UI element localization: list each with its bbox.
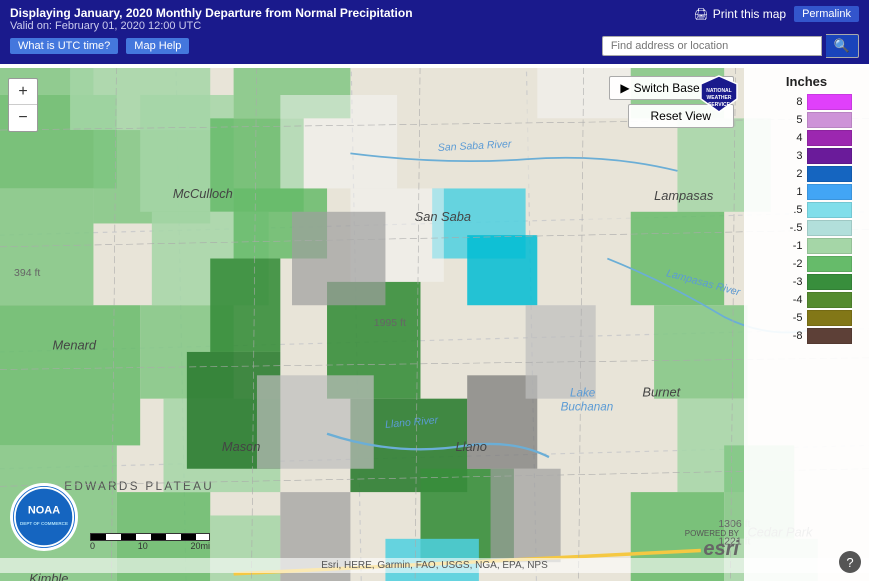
legend-color-box — [807, 274, 852, 290]
legend-color-box — [807, 220, 852, 236]
utc-time-button[interactable]: What is UTC time? — [10, 38, 118, 54]
legend-color-box — [807, 166, 852, 182]
svg-text:Burnet: Burnet — [642, 384, 681, 399]
svg-text:1995 ft: 1995 ft — [374, 317, 406, 329]
legend-color-box — [807, 256, 852, 272]
scale-bar-line: 0 10 20mi — [90, 533, 210, 551]
legend-color-box — [807, 328, 852, 344]
zoom-in-button[interactable]: + — [9, 79, 37, 105]
legend-label: 2 — [773, 168, 803, 180]
legend-row: 3 — [762, 148, 852, 164]
legend-color-box — [807, 184, 852, 200]
legend-label: -.5 — [773, 222, 803, 234]
svg-text:Lampasas: Lampasas — [654, 188, 714, 203]
legend-color-box — [807, 310, 852, 326]
svg-text:SERVICE: SERVICE — [708, 102, 731, 108]
printer-icon: 🖨 — [694, 7, 709, 21]
legend-color-box — [807, 148, 852, 164]
legend-label: .5 — [773, 204, 803, 216]
legend-color-box — [807, 238, 852, 254]
svg-text:WEATHER: WEATHER — [707, 95, 732, 101]
zoom-controls: + − — [8, 78, 38, 132]
svg-text:394 ft: 394 ft — [14, 267, 40, 279]
nws-shield: NATIONAL WEATHER SERVICE — [699, 74, 739, 114]
svg-text:Menard: Menard — [53, 338, 97, 353]
svg-text:San Saba: San Saba — [415, 209, 471, 224]
header-bottom-row: What is UTC time? Map Help 🔍 — [10, 34, 859, 58]
svg-text:McCulloch: McCulloch — [173, 186, 233, 201]
legend-label: 8 — [773, 96, 803, 108]
legend-title: Inches — [786, 74, 827, 89]
map-terrain: 290 McCulloch San Saba Lampasas Menard M… — [0, 68, 869, 581]
header-right: 🖨 Print this map Permalink — [694, 6, 860, 22]
legend-label: -5 — [773, 312, 803, 324]
legend-color-box — [807, 202, 852, 218]
map-help-button[interactable]: Map Help — [126, 38, 189, 54]
svg-text:Llano: Llano — [456, 439, 487, 454]
legend-label: 5 — [773, 114, 803, 126]
scale-label-0: 0 — [90, 541, 95, 551]
svg-text:Lake: Lake — [570, 386, 596, 399]
header-bar: Displaying January, 2020 Monthly Departu… — [0, 0, 869, 64]
header-text: Displaying January, 2020 Monthly Departu… — [10, 6, 413, 32]
header-valid: Valid on: February 01, 2020 12:00 UTC — [10, 20, 413, 32]
legend-label: 1 — [773, 186, 803, 198]
legend-row: 8 — [762, 94, 852, 110]
legend-label: -4 — [773, 294, 803, 306]
print-button[interactable]: 🖨 Print this map — [694, 7, 787, 21]
legend-row: .5 — [762, 202, 852, 218]
legend-label: -3 — [773, 276, 803, 288]
header-title: Displaying January, 2020 Monthly Departu… — [10, 6, 413, 20]
svg-text:NOAA: NOAA — [28, 504, 60, 516]
permalink-button[interactable]: Permalink — [794, 6, 859, 22]
esri-powered-text: POWERED BY — [685, 529, 739, 538]
map-area[interactable]: 290 McCulloch San Saba Lampasas Menard M… — [0, 68, 869, 581]
legend: Inches 8 5 4 3 2 1 .5 -.5 -1 -2 -3 -4 -5 -8 — [744, 68, 869, 581]
legend-label: -2 — [773, 258, 803, 270]
legend-label: 4 — [773, 132, 803, 144]
scale-bar-ruler — [90, 533, 210, 541]
map-container: Displaying January, 2020 Monthly Departu… — [0, 0, 869, 581]
search-input[interactable] — [602, 36, 822, 56]
legend-row: -3 — [762, 274, 852, 290]
noaa-logo: NOAA DEPT OF COMMERCE — [10, 483, 78, 551]
legend-row: 1 — [762, 184, 852, 200]
legend-color-box — [807, 292, 852, 308]
scale-bar-labels: 0 10 20mi — [90, 541, 210, 551]
svg-text:Buchanan: Buchanan — [561, 400, 614, 413]
attribution-bar: Esri, HERE, Garmin, FAO, USGS, NGA, EPA,… — [0, 558, 869, 573]
legend-color-box — [807, 130, 852, 146]
scale-label-10: 10 — [138, 541, 148, 551]
legend-color-box — [807, 112, 852, 128]
help-button[interactable]: ? — [839, 551, 861, 573]
legend-row: -1 — [762, 238, 852, 254]
search-icon: 🔍 — [834, 38, 850, 53]
svg-text:NATIONAL: NATIONAL — [706, 88, 731, 94]
legend-label: 3 — [773, 150, 803, 162]
legend-label: -1 — [773, 240, 803, 252]
svg-text:EDWARDS PLATEAU: EDWARDS PLATEAU — [64, 480, 214, 493]
legend-row: 5 — [762, 112, 852, 128]
scale-label-20: 20mi — [190, 541, 210, 551]
svg-text:DEPT OF COMMERCE: DEPT OF COMMERCE — [20, 521, 68, 526]
esri-logo: POWERED BY esri — [685, 529, 739, 561]
legend-row: -.5 — [762, 220, 852, 236]
legend-row: 4 — [762, 130, 852, 146]
search-button[interactable]: 🔍 — [826, 34, 859, 58]
svg-text:Mason: Mason — [222, 439, 261, 454]
header-title-row: Displaying January, 2020 Monthly Departu… — [10, 6, 859, 32]
legend-row: -5 — [762, 310, 852, 326]
color-scale: 8 5 4 3 2 1 .5 -.5 -1 -2 -3 -4 -5 -8 — [762, 93, 852, 345]
legend-row: 2 — [762, 166, 852, 182]
legend-row: -8 — [762, 328, 852, 344]
legend-color-box — [807, 94, 852, 110]
triangle-icon: ▶ — [620, 81, 629, 95]
zoom-out-button[interactable]: − — [9, 105, 37, 131]
header-links: What is UTC time? Map Help — [10, 38, 189, 54]
legend-label: -8 — [773, 330, 803, 342]
scale-bar: 0 10 20mi — [90, 533, 210, 551]
search-row: 🔍 — [602, 34, 859, 58]
legend-row: -4 — [762, 292, 852, 308]
legend-row: -2 — [762, 256, 852, 272]
